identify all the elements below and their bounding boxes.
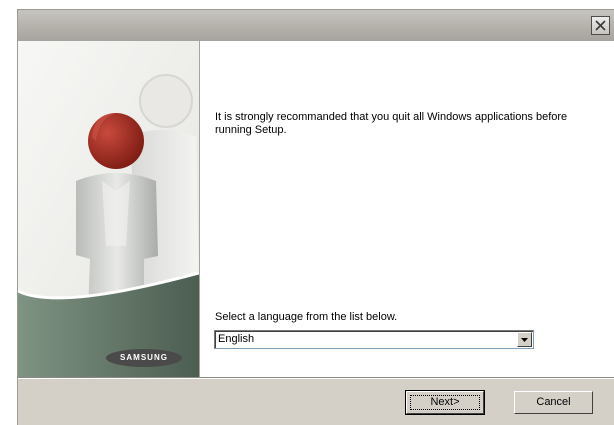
next-button[interactable]: Next> (405, 390, 485, 415)
language-dropdown-button[interactable] (517, 332, 532, 347)
close-icon (595, 20, 606, 31)
language-select-value: English (218, 333, 255, 345)
people-illustration (18, 41, 199, 378)
title-bar[interactable] (18, 10, 614, 41)
setup-dialog: SAMSUNG It is strongly recommanded that … (17, 9, 614, 425)
warning-message: It is strongly recommanded that you quit… (215, 111, 568, 136)
language-prompt-label: Select a language from the list below. (215, 311, 398, 323)
sidebar-illustration: SAMSUNG (18, 41, 199, 378)
language-select[interactable]: English (214, 330, 534, 349)
close-button[interactable] (591, 16, 610, 35)
footer-divider-highlight (18, 378, 614, 379)
samsung-logo: SAMSUNG (106, 349, 182, 367)
cancel-button[interactable]: Cancel (514, 391, 593, 414)
next-button-label: Next> (410, 395, 480, 410)
sidebar-divider (199, 41, 200, 378)
chevron-down-icon (521, 338, 528, 342)
content-panel: SAMSUNG It is strongly recommanded that … (18, 41, 614, 378)
